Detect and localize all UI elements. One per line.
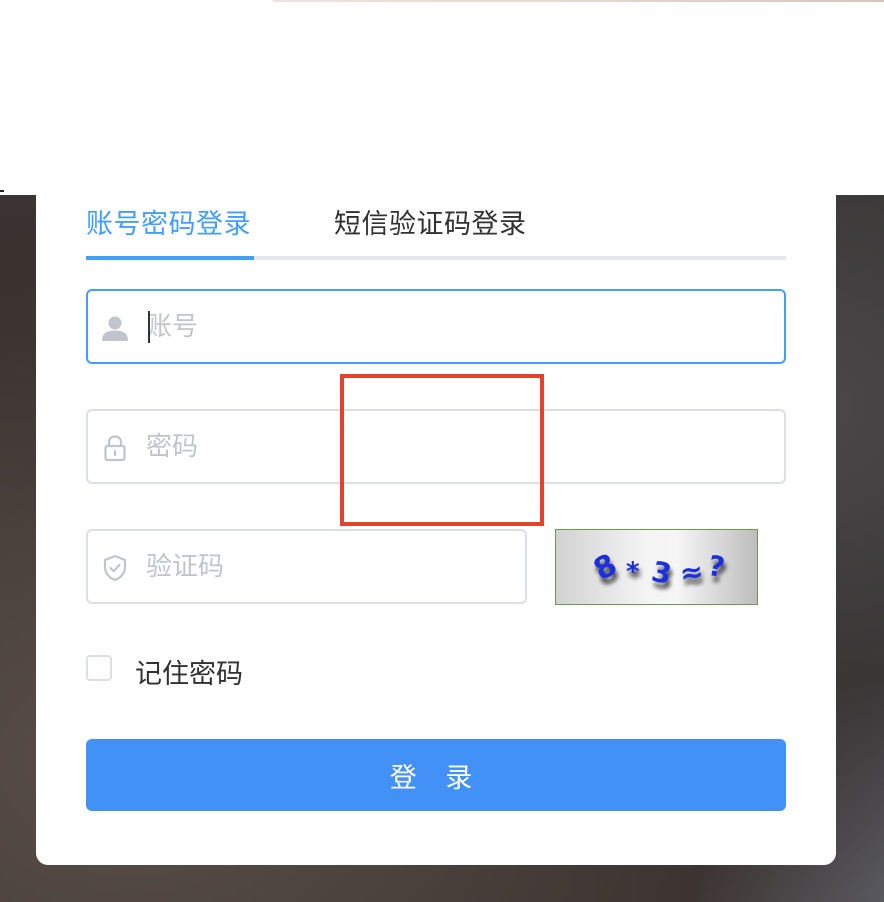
shield-check-icon — [100, 553, 130, 583]
username-input[interactable] — [146, 305, 762, 349]
password-field — [86, 409, 786, 484]
text-cursor — [148, 311, 150, 343]
remember-checkbox[interactable] — [86, 655, 112, 681]
page-top-area — [0, 0, 884, 195]
lock-icon — [100, 433, 130, 463]
background-image-strip — [273, 0, 884, 2]
tab-account-password[interactable]: 账号密码登录 — [86, 202, 251, 241]
password-input[interactable] — [146, 425, 762, 469]
tab-active-indicator — [86, 256, 254, 260]
page-corner-mark — [0, 190, 4, 192]
login-button[interactable]: 登 录 — [86, 739, 786, 811]
captcha-image[interactable]: 8 * 3 ≈ ? 8 * 3 ≈ ? — [555, 529, 758, 605]
remember-label[interactable]: 记住密码 — [135, 652, 243, 691]
tab-sms-code[interactable]: 短信验证码登录 — [334, 202, 527, 241]
login-tabs: 账号密码登录 短信验证码登录 — [86, 196, 786, 260]
captcha-field — [86, 529, 527, 604]
svg-text:≈: ≈ — [678, 554, 706, 590]
svg-text:*: * — [626, 557, 640, 587]
user-icon — [100, 313, 130, 343]
captcha-input[interactable] — [146, 545, 503, 589]
captcha-image-graphic: 8 * 3 ≈ ? 8 * 3 ≈ ? — [588, 547, 729, 597]
username-field — [86, 289, 786, 364]
